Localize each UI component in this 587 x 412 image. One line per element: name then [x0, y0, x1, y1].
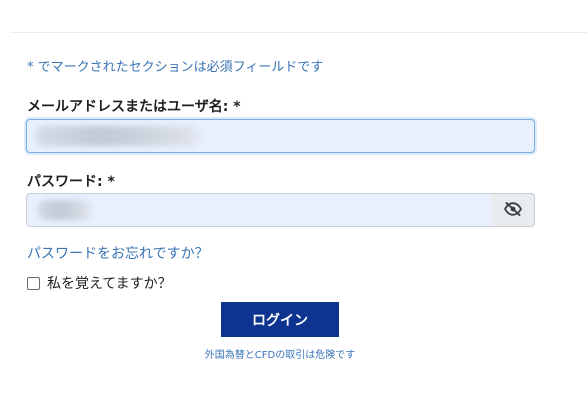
password-input[interactable] [26, 193, 492, 227]
forgot-password-link[interactable]: パスワードをお忘れですか？ [27, 243, 209, 263]
login-page: * でマークされたセクションは必須フィールドです メールアドレスまたはユーザ名:… [0, 0, 587, 412]
top-divider [10, 32, 587, 33]
password-value-redacted [37, 200, 92, 220]
remember-me-row: 私を覚えてますか？ [27, 273, 172, 293]
required-fields-note: * でマークされたセクションは必須フィールドです [27, 60, 324, 75]
password-label: パスワード: * [27, 174, 115, 190]
password-visibility-toggle[interactable] [491, 193, 535, 227]
username-value-redacted [35, 126, 200, 146]
eye-slash-icon [503, 201, 522, 220]
remember-me-label[interactable]: 私を覚えてますか？ [47, 273, 172, 293]
username-input[interactable] [26, 119, 535, 153]
username-label: メールアドレスまたはユーザ名: * [27, 99, 241, 115]
login-button[interactable]: ログイン [221, 302, 339, 337]
risk-warning-note: 外国為替とCFDの取引は危険です [204, 350, 356, 361]
remember-me-checkbox[interactable] [27, 276, 40, 290]
